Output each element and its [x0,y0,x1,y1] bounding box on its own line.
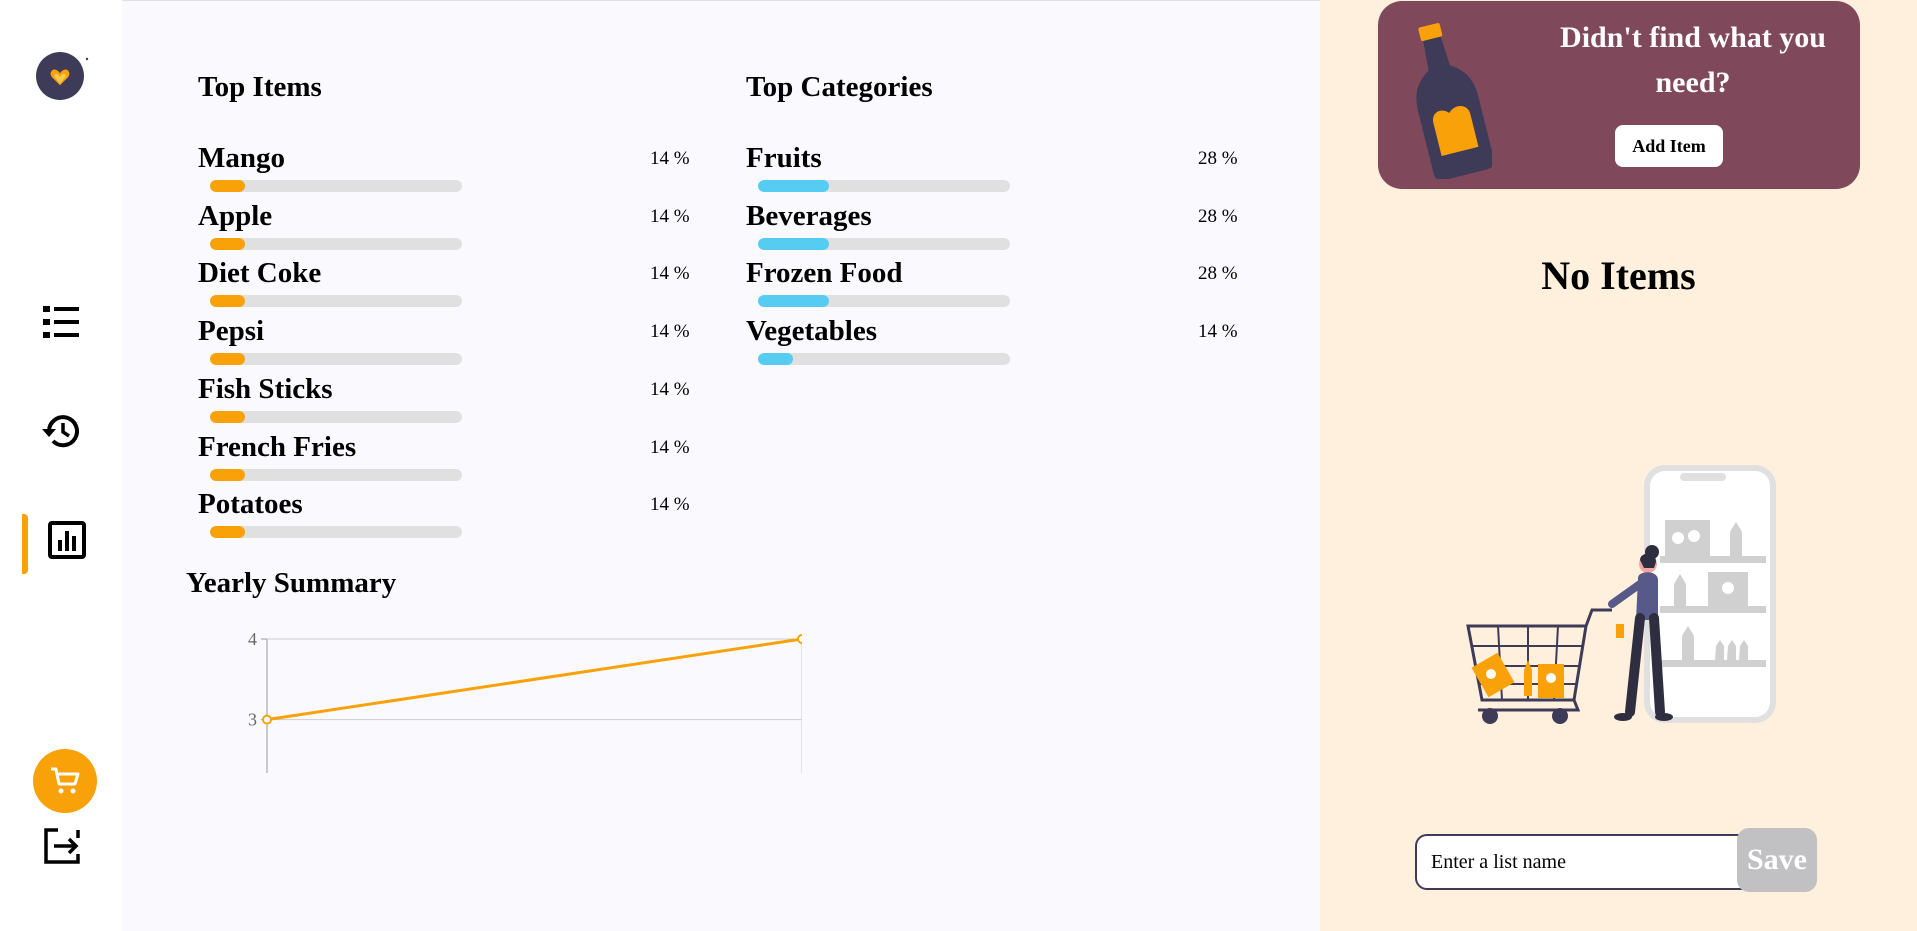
shopping-illustration [1466,465,1776,724]
stat-percentage: 28 % [1198,205,1238,227]
stat-percentage: 14 % [650,436,690,458]
progress-track [210,353,462,366]
yearly-summary-title: Yearly Summary [186,567,397,599]
nav-items[interactable] [36,297,86,347]
stat-name: Apple [198,199,273,232]
promo-text: Didn't find what you need? [1560,21,1826,99]
stat-row: Pepsi 14 % [198,315,698,371]
logout-button[interactable] [38,822,86,870]
stat-name: Vegetables [746,315,878,348]
stat-name: Beverages [746,199,872,232]
shopping-list-panel: Didn't find what you need? Add Item No I… [1320,0,1917,931]
bottle-icon [1416,23,1492,179]
progress-fill [758,237,829,250]
statistics-main: Top Items Mango 14 % Apple 14 % Diet Coke 14 … [122,0,1320,931]
logout-icon [44,828,80,864]
stat-percentage: 14 % [650,148,690,169]
stat-row: Beverages 28 % [746,200,1246,256]
progress-track [758,353,1010,366]
progress-fill [210,237,246,250]
progress-fill [210,468,246,481]
sidebar [0,0,122,931]
progress-fill [210,526,246,539]
yearly-summary-chart: 34 [248,629,802,773]
stat-percentage: 14 % [650,378,690,400]
heart-logo-icon [50,69,70,86]
stat-row: Apple 14 % [198,200,698,256]
stat-row: Diet Coke 14 % [198,257,698,313]
app-logo[interactable] [36,49,93,100]
history-icon [42,415,79,448]
progress-track [210,526,462,539]
top-items-title: Top Items [198,71,322,103]
stat-row: Potatoes 14 % [198,488,698,544]
progress-fill [758,295,829,308]
add-item-promo: Didn't find what you need? Add Item [1378,1,1860,189]
stat-row: French Fries 14 % [198,431,698,487]
stat-row: Fruits 28 % [746,142,1246,198]
progress-fill [758,353,794,366]
progress-fill [210,295,246,308]
progress-track [210,295,462,308]
add-item-button[interactable]: Add Item [1615,125,1723,167]
list-name-form: Save [1415,828,1817,892]
stat-percentage: 14 % [650,205,690,227]
chart-icon [48,521,86,559]
stat-percentage: 28 % [1198,263,1238,285]
top-categories-title: Top Categories [746,71,933,103]
stat-percentage: 14 % [650,321,690,343]
stat-name: Diet Coke [198,257,322,290]
stat-name: Frozen Food [746,257,903,290]
stat-percentage: 14 % [650,263,690,285]
cart-button[interactable] [33,749,97,813]
progress-track [210,410,462,423]
no-items-label: No Items [1541,253,1696,298]
save-button[interactable]: Save [1737,828,1817,892]
progress-fill [758,180,829,192]
stat-row: Frozen Food 28 % [746,257,1246,313]
data-point [797,634,802,644]
cart-icon [51,767,80,794]
progress-track [210,180,462,192]
progress-track [210,468,462,481]
list-name-input[interactable] [1415,834,1765,890]
stat-percentage: 14 % [650,494,690,516]
progress-track [758,295,1010,308]
nav-statistics[interactable] [42,515,92,565]
nav-history[interactable] [36,406,86,456]
progress-fill [210,353,246,366]
stat-name: Pepsi [198,315,265,348]
series-line [266,637,802,722]
stat-row: Mango 14 % [198,142,698,198]
stat-name: French Fries [198,430,357,463]
progress-track [758,180,1010,192]
progress-fill [210,180,246,192]
stat-name: Fish Sticks [198,372,333,405]
stat-name: Fruits [746,142,822,174]
stat-row: Fish Sticks 14 % [198,373,698,429]
list-icon [43,306,79,338]
progress-track [758,237,1010,250]
stat-name: Mango [198,142,285,174]
progress-fill [210,410,246,423]
active-nav-indicator [22,514,28,574]
stat-percentage: 28 % [1198,148,1238,169]
stat-name: Potatoes [198,488,303,521]
y-tick-label: 3 [248,710,257,730]
sparkle-icon [81,49,93,61]
stat-percentage: 14 % [1198,321,1238,343]
y-tick-label: 4 [248,629,257,649]
progress-track [210,237,462,250]
stat-row: Vegetables 14 % [746,315,1246,371]
data-point [262,714,272,725]
